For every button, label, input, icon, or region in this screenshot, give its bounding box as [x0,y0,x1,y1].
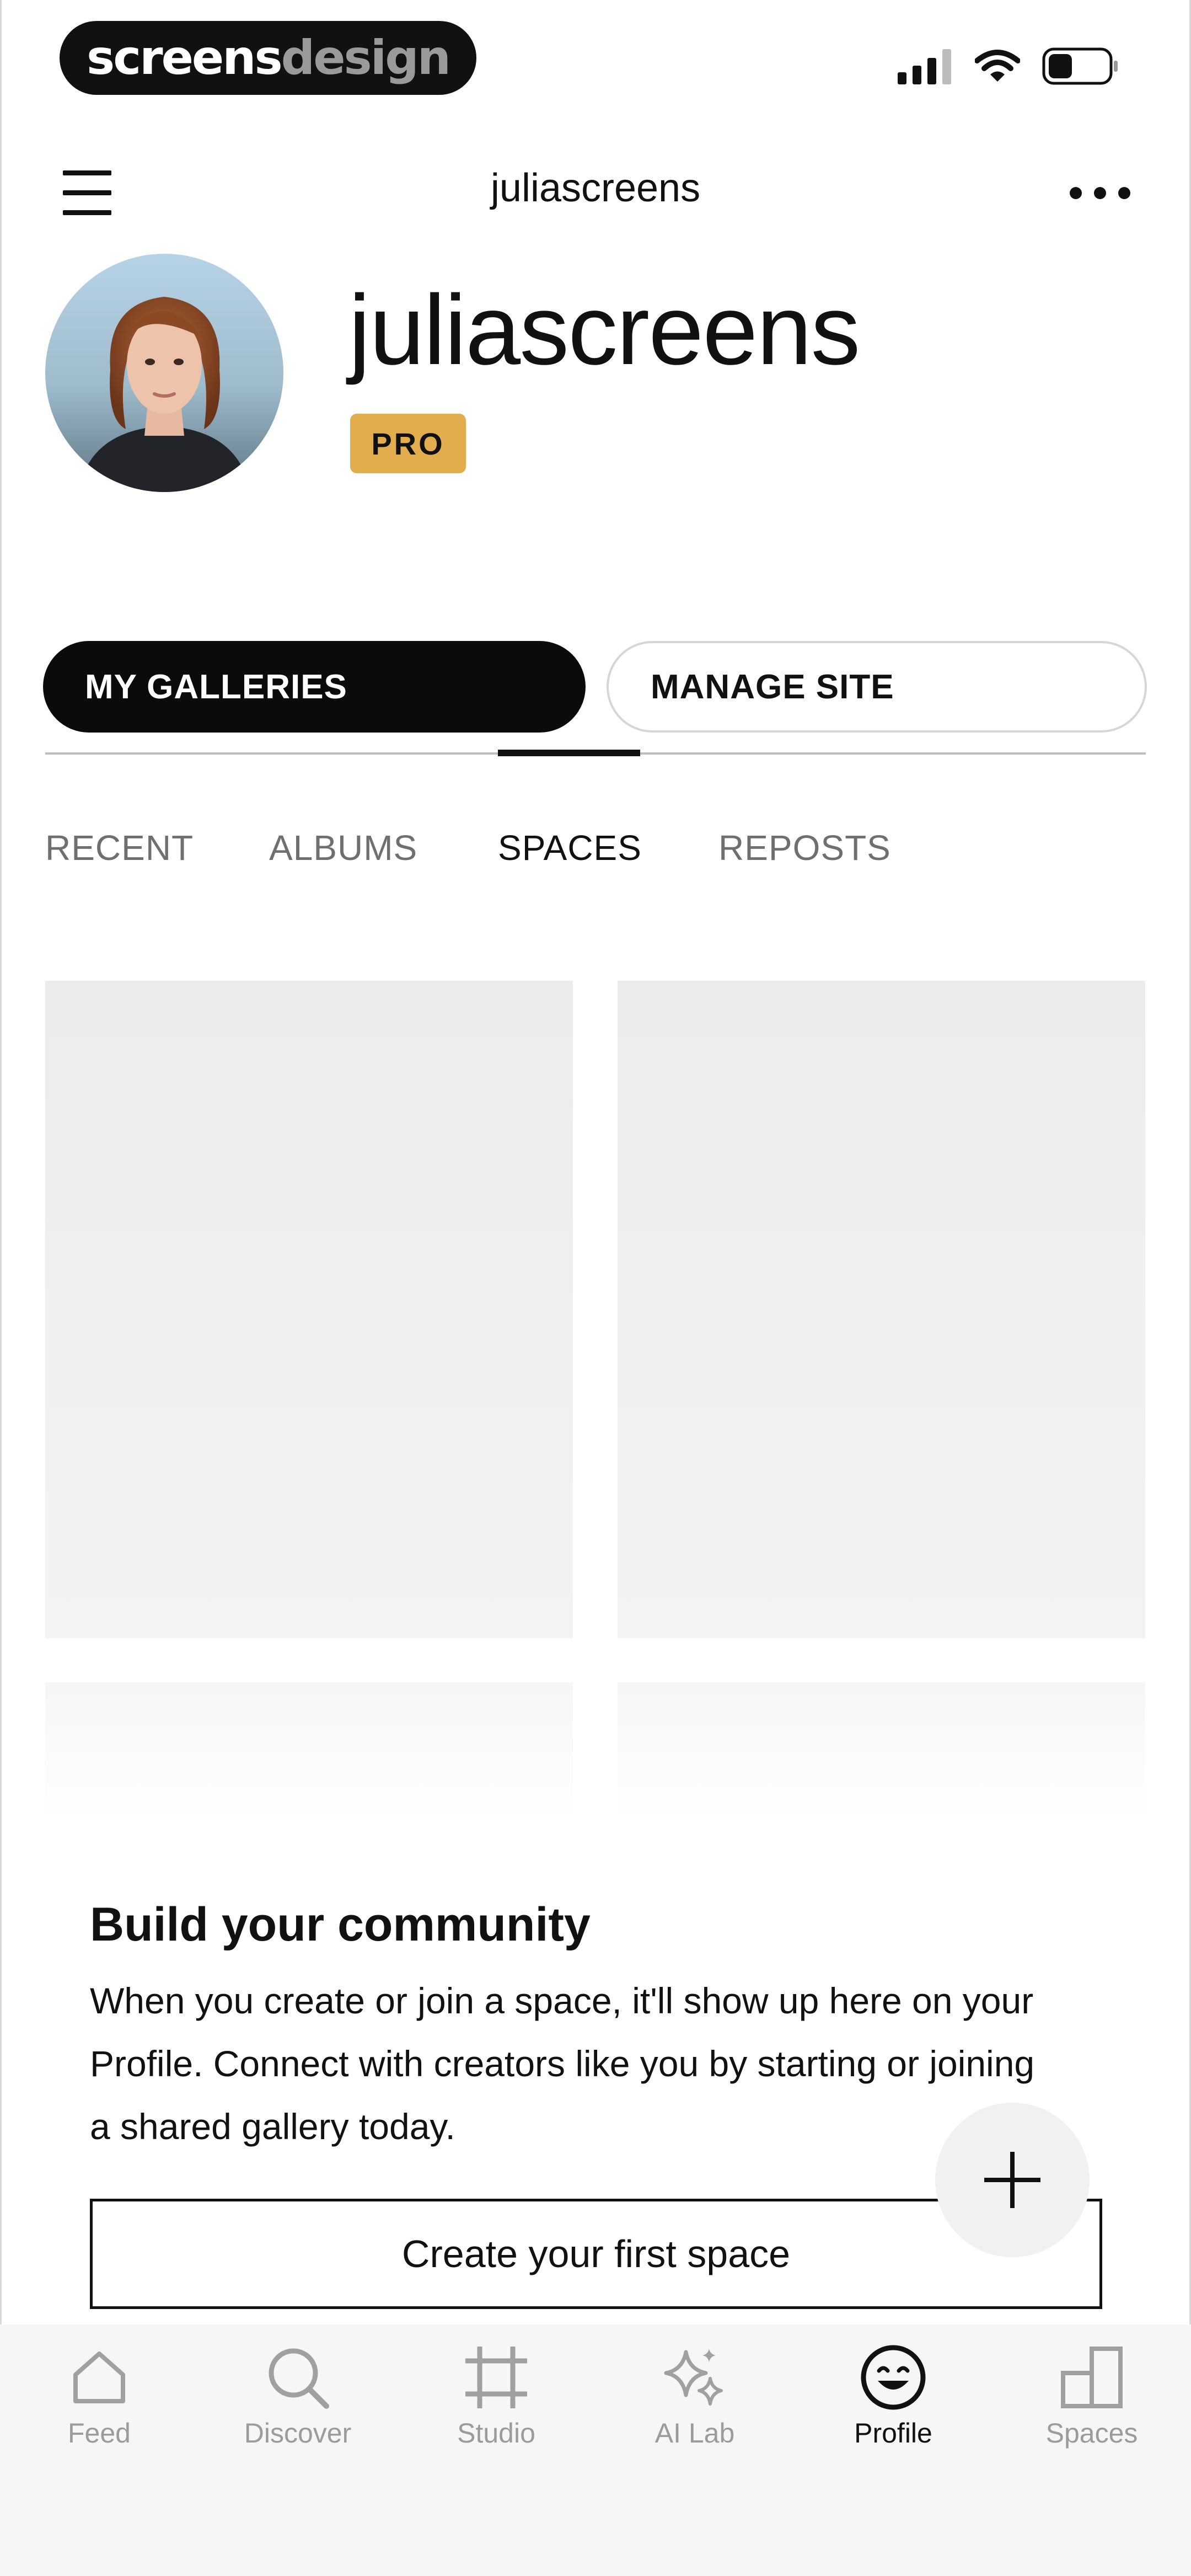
space-placeholder-1 [45,981,573,1638]
nav-discover[interactable]: Discover [198,2339,397,2466]
nav-ai-lab[interactable]: AI Lab [596,2339,794,2466]
space-placeholder-2 [618,981,1145,1638]
nav-label: AI Lab [654,2418,735,2449]
nav-label: Profile [854,2418,932,2449]
brand-logo-part1: screens [87,30,283,85]
header-title: juliascreens [490,166,701,210]
brand-logo: screens design [60,21,476,95]
tab-spaces[interactable]: SPACES [498,827,642,868]
avatar[interactable] [45,254,283,492]
nav-label: Spaces [1045,2418,1138,2449]
community-description-line: Profile. Connect with creators like you … [90,2043,1035,2084]
nav-label: Feed [68,2418,131,2449]
manage-site-button[interactable]: MANAGE SITE [607,641,1147,733]
active-tab-indicator [498,750,640,756]
brand-logo-part2: design [281,30,451,85]
spaces-icon [1061,2347,1123,2408]
nav-studio[interactable]: Studio [397,2339,596,2466]
nav-profile[interactable]: Profile [794,2339,993,2466]
crop-icon [465,2347,527,2408]
nav-feed[interactable]: Feed [0,2339,198,2466]
pro-badge: PRO [350,414,466,473]
tab-albums[interactable]: ALBUMS [269,827,417,868]
add-space-fab[interactable] [935,2103,1090,2257]
wifi-icon [975,50,1020,82]
tab-reposts[interactable]: REPOSTS [718,827,891,868]
smiley-icon [861,2345,926,2410]
battery-icon [1042,47,1118,85]
community-title: Build your community [90,1898,591,1951]
tab-recent[interactable]: RECENT [45,827,194,868]
status-icons [898,44,1119,88]
space-placeholder-4 [618,1682,1145,1820]
my-galleries-button[interactable]: MY GALLERIES [43,641,586,733]
more-dots-icon[interactable] [1070,177,1130,210]
search-icon [269,2348,329,2409]
sparkle-icon [664,2349,723,2406]
home-icon [73,2351,125,2403]
nav-label: Studio [457,2418,535,2449]
nav-spaces[interactable]: Spaces [993,2339,1191,2466]
plus-icon [984,2152,1040,2208]
space-placeholder-3 [45,1682,573,1820]
left-edge [0,0,2,2576]
cellular-signal-icon [898,49,951,84]
profile-name: juliascreens [348,275,860,386]
nav-label: Discover [244,2418,352,2449]
community-description-line: When you create or join a space, it'll s… [90,1980,1034,2021]
